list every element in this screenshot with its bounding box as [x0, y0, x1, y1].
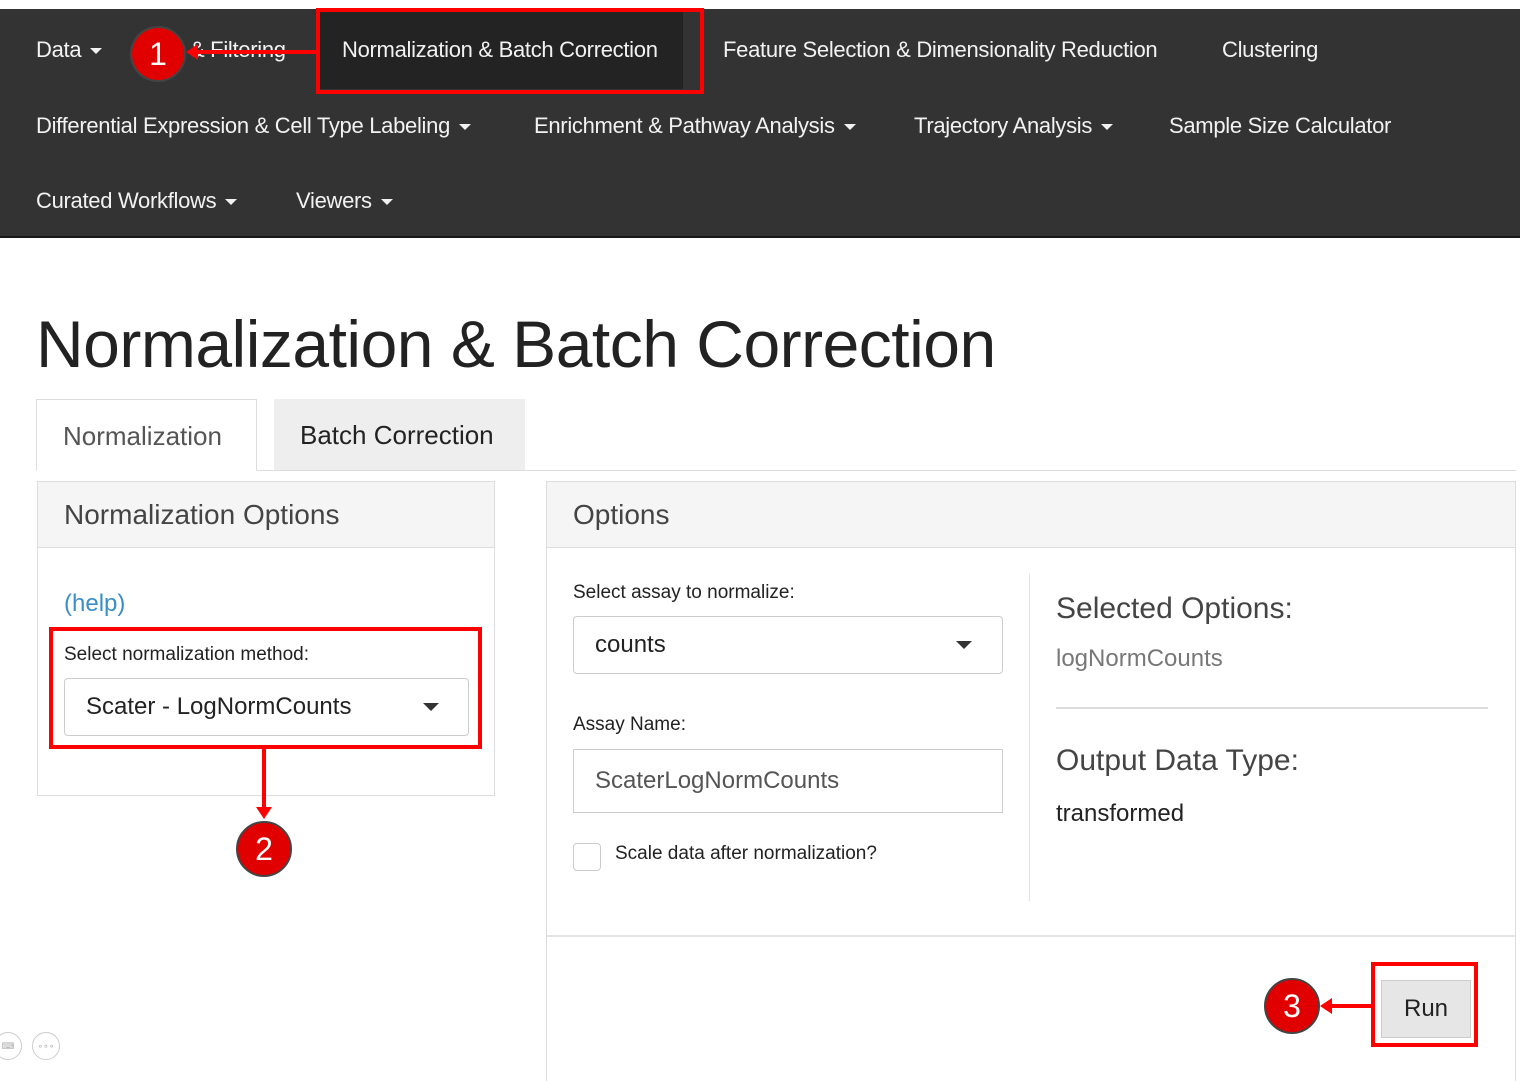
- tab-normalization[interactable]: Normalization: [36, 399, 257, 471]
- nav-item-label: Differential Expression & Cell Type Labe…: [36, 113, 451, 138]
- arrow-head-down-icon: [256, 807, 272, 819]
- nav-item-label: Curated Workflows: [36, 188, 217, 213]
- arrow-head-left-icon: [1320, 998, 1332, 1014]
- caret-down-icon: [380, 199, 393, 206]
- tab-bar: Normalization Batch Correction: [36, 399, 1516, 471]
- nav-item-feature-selection[interactable]: Feature Selection & Dimensionality Reduc…: [723, 36, 1158, 64]
- scale-data-label: Scale data after normalization?: [615, 843, 877, 864]
- selected-options-heading: Selected Options:: [1056, 592, 1293, 625]
- output-data-type-value: transformed: [1056, 800, 1185, 827]
- nav-item-normalization-batch-correction[interactable]: Normalization & Batch Correction: [317, 11, 683, 89]
- nav-item-label: Viewers: [296, 188, 372, 213]
- method-label: Select normalization method:: [64, 644, 310, 665]
- select-value: Scater - LogNormCounts: [86, 693, 352, 720]
- normalization-options-panel: Normalization Options (help) Select norm…: [37, 481, 495, 796]
- tab-batch-correction[interactable]: Batch Correction: [274, 399, 525, 470]
- assay-name-label: Assay Name:: [573, 714, 686, 735]
- caret-down-icon: [90, 48, 103, 55]
- nav-item-label: Clustering: [1222, 37, 1319, 62]
- assay-name-input[interactable]: [573, 749, 1003, 813]
- annotation-badge-1: 1: [130, 26, 186, 82]
- nav-item-label: Normalization & Batch Correction: [342, 37, 658, 62]
- nav-item-label: Enrichment & Pathway Analysis: [534, 113, 835, 138]
- section-divider: [1056, 707, 1488, 709]
- column-divider: [1029, 574, 1030, 901]
- nav-item-label: Feature Selection & Dimensionality Reduc…: [723, 37, 1158, 62]
- options-panel: Options Select assay to normalize: count…: [546, 481, 1516, 1081]
- annotation-arrow-3: [1330, 1004, 1372, 1008]
- nav-item-trajectory[interactable]: Trajectory Analysis: [914, 112, 1114, 140]
- annotation-arrow-1: [196, 50, 318, 54]
- caret-down-icon: [1101, 124, 1114, 131]
- caret-down-icon: [956, 641, 972, 649]
- nav-item-sample-size[interactable]: Sample Size Calculator: [1169, 112, 1391, 140]
- caret-down-icon: [843, 124, 856, 131]
- annotation-badge-2: 2: [236, 821, 292, 877]
- nav-item-label: Data: [36, 37, 82, 62]
- more-icon[interactable]: ∘∘∘: [32, 1032, 60, 1060]
- nav-item-viewers[interactable]: Viewers: [296, 187, 393, 215]
- assay-select-label: Select assay to normalize:: [573, 582, 795, 603]
- panel-heading: Normalization Options: [38, 482, 494, 548]
- nav-item-data[interactable]: Data: [36, 36, 103, 64]
- top-navbar: Data & Filtering Normalization & Batch C…: [0, 9, 1520, 238]
- arrow-head-left-icon: [186, 44, 198, 60]
- selected-options-value: logNormCounts: [1056, 645, 1223, 672]
- nav-item-clustering[interactable]: Clustering: [1222, 36, 1318, 64]
- nav-item-differential-expression[interactable]: Differential Expression & Cell Type Labe…: [36, 112, 472, 140]
- page-title: Normalization & Batch Correction: [36, 307, 996, 381]
- nav-item-enrichment[interactable]: Enrichment & Pathway Analysis: [534, 112, 856, 140]
- caret-down-icon: [459, 124, 472, 131]
- run-button[interactable]: Run: [1381, 980, 1471, 1038]
- annotation-arrow-2: [262, 749, 266, 809]
- panel-heading: Options: [547, 482, 1515, 548]
- caret-down-icon: [423, 703, 439, 711]
- assay-select[interactable]: counts: [573, 616, 1003, 674]
- annotation-badge-3: 3: [1264, 978, 1320, 1034]
- panel-footer-divider: [547, 935, 1515, 937]
- caret-down-icon: [225, 199, 238, 206]
- keyboard-icon[interactable]: ⌨: [0, 1032, 22, 1060]
- select-value: counts: [595, 631, 666, 658]
- scale-data-checkbox[interactable]: [573, 843, 601, 871]
- normalization-method-select[interactable]: Scater - LogNormCounts: [64, 678, 469, 736]
- output-data-type-heading: Output Data Type:: [1056, 744, 1299, 777]
- nav-item-curated-workflows[interactable]: Curated Workflows: [36, 187, 238, 215]
- help-link[interactable]: (help): [64, 590, 125, 618]
- nav-item-label: Sample Size Calculator: [1169, 113, 1392, 138]
- nav-item-label: Trajectory Analysis: [914, 113, 1093, 138]
